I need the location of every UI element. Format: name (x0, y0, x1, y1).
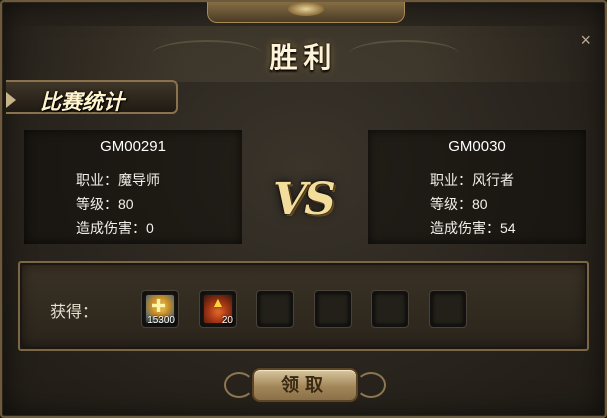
empty-reward-slot (430, 291, 466, 327)
dialog-title: 胜利 (269, 42, 338, 73)
item-count: 15300 (147, 315, 175, 326)
player-card-right: GM0030 职业：风行者 等级：80 造成伤害：54 (368, 130, 586, 244)
victory-dialog: 胜利 × 比赛统计 GM00291 职业：魔导师 等级：80 造成伤害：0 VS… (0, 0, 607, 418)
player-name: GM0030 (448, 138, 506, 155)
section-label: 比赛统计 (40, 91, 124, 114)
player-level: 等级：80 (430, 196, 488, 212)
reward-slot[interactable]: 20 (200, 291, 236, 327)
player-name: GM00291 (100, 138, 166, 155)
player-class: 职业：魔导师 (76, 172, 160, 188)
empty-reward-slot (315, 291, 351, 327)
player-class: 职业：风行者 (430, 172, 514, 188)
section-tab: 比赛统计 (6, 80, 178, 114)
close-icon[interactable]: × (580, 31, 591, 49)
vs-emblem: VS (273, 174, 336, 225)
left-button-ornament (224, 372, 254, 398)
reward-label: 获得： (50, 304, 99, 321)
claim-button[interactable]: 领取 (252, 368, 358, 402)
player-card-left: GM00291 职业：魔导师 等级：80 造成伤害：0 (24, 130, 242, 244)
empty-reward-slot (372, 291, 408, 327)
reward-slot[interactable]: 15300 (142, 291, 178, 327)
empty-reward-slot (257, 291, 293, 327)
player-level: 等级：80 (76, 196, 134, 212)
top-ornament (207, 2, 405, 23)
reward-panel: 获得： (18, 261, 589, 351)
player-damage: 造成伤害：54 (430, 220, 516, 236)
player-damage: 造成伤害：0 (76, 220, 154, 236)
item-count: 20 (221, 315, 233, 326)
right-button-ornament (356, 372, 386, 398)
claim-button-frame: 领取 (224, 364, 386, 406)
